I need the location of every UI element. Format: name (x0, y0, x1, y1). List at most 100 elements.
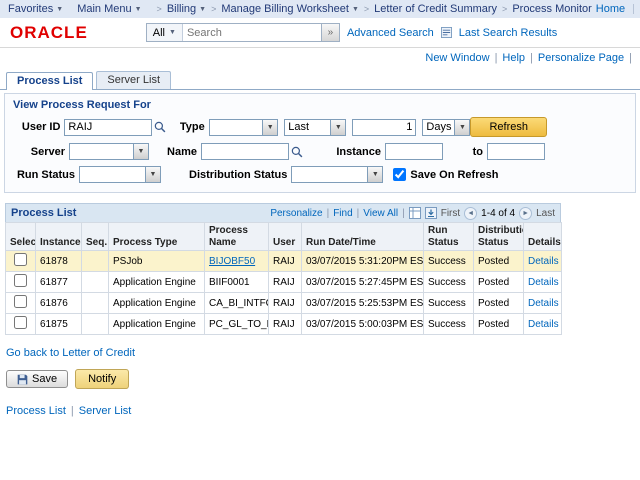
last-number-input[interactable] (352, 119, 416, 136)
first-label[interactable]: First (441, 208, 460, 219)
instance-to-input[interactable] (487, 143, 545, 160)
days-select[interactable]: Days ▼ (422, 119, 470, 136)
chevron-down-icon: ▼ (330, 120, 345, 135)
distribution-status-select[interactable]: ▼ (291, 166, 383, 183)
seq-cell (82, 251, 109, 272)
save-disk-icon (17, 374, 28, 385)
breadcrumb-separator: > (157, 4, 162, 14)
previous-page-icon[interactable]: ◄ (464, 207, 477, 220)
type-select[interactable]: ▼ (209, 119, 278, 136)
notify-button[interactable]: Notify (75, 369, 129, 389)
home-link[interactable]: Home (596, 3, 625, 15)
save-button[interactable]: Save (6, 370, 68, 388)
pagination-range: 1-4 of 4 (481, 208, 515, 219)
search-submit-button[interactable]: » (321, 24, 339, 41)
details-link[interactable]: Details (528, 319, 559, 330)
advanced-search-link[interactable]: Advanced Search (347, 27, 434, 39)
details-link[interactable]: Details (528, 277, 559, 288)
refresh-button[interactable]: Refresh (470, 117, 547, 137)
favorites-menu[interactable]: Favorites ▼ (8, 3, 63, 15)
tab-process-list[interactable]: Process List (6, 72, 93, 90)
divider: | (327, 208, 330, 219)
breadcrumb-process-monitor[interactable]: Process Monitor (512, 3, 591, 15)
distribution-status-label: Distribution Status (189, 169, 287, 181)
breadcrumb-billing[interactable]: Billing ▼ (167, 3, 206, 15)
last-search-results-icon (441, 27, 452, 38)
process-name-cell: CA_BI_INTFC (205, 293, 269, 314)
process-type-cell: Application Engine (109, 272, 205, 293)
view-process-request-section: View Process Request For User ID Type ▼ … (4, 93, 636, 193)
breadcrumb-manage-billing-worksheet[interactable]: Manage Billing Worksheet ▼ (221, 3, 359, 15)
process-name-link[interactable]: BIJOBF50 (209, 256, 255, 267)
distribution-status-cell: Posted (474, 272, 524, 293)
download-to-excel-icon[interactable] (425, 207, 437, 219)
run-datetime-cell: 03/07/2015 5:25:53PM EST (302, 293, 424, 314)
breadcrumb-separator: > (502, 4, 507, 14)
zoom-grid-icon[interactable] (409, 207, 421, 219)
run-status-select[interactable]: ▼ (79, 166, 161, 183)
go-back-link[interactable]: Go back to Letter of Credit (6, 347, 135, 359)
search-input[interactable] (183, 24, 321, 41)
seq-cell (82, 272, 109, 293)
row-select-checkbox[interactable] (14, 274, 27, 287)
user-cell: RAIJ (269, 293, 302, 314)
filter-row-2: Server ▼ Name Instance to (13, 143, 627, 160)
save-on-refresh-label: Save On Refresh (410, 169, 498, 181)
breadcrumb-label: Billing (167, 3, 196, 15)
server-list-bottom-link[interactable]: Server List (79, 405, 132, 417)
user-cell: RAIJ (269, 272, 302, 293)
process-type-cell: PSJob (109, 251, 205, 272)
save-on-refresh-checkbox[interactable] (393, 168, 406, 181)
table-row: 61876 Application Engine CA_BI_INTFC RAI… (6, 293, 562, 314)
action-buttons: Save Notify (6, 369, 640, 389)
last-search-results-link[interactable]: Last Search Results (459, 27, 557, 39)
main-menu[interactable]: Main Menu ▼ (77, 3, 141, 15)
grid-header-bar: Process List Personalize | Find | View A… (5, 203, 561, 222)
breadcrumb-letter-of-credit-summary[interactable]: Letter of Credit Summary (374, 3, 497, 15)
divider: | (629, 52, 632, 64)
instance-cell: 61877 (36, 272, 82, 293)
process-list-bottom-link[interactable]: Process List (6, 405, 66, 417)
days-select-value: Days (423, 120, 454, 135)
table-row: 61875 Application Engine PC_GL_TO_PC RAI… (6, 314, 562, 335)
row-select-checkbox[interactable] (14, 295, 27, 308)
last-select[interactable]: Last ▼ (284, 119, 346, 136)
details-link[interactable]: Details (528, 298, 559, 309)
run-status-cell: Success (424, 314, 474, 335)
instance-label: Instance (321, 146, 381, 158)
process-table: Select Instance Seq. Process Type Proces… (5, 222, 562, 335)
personalize-link[interactable]: Personalize (270, 208, 322, 219)
tab-server-list[interactable]: Server List (96, 71, 171, 89)
name-input[interactable] (201, 143, 289, 160)
grid-toolbar: Personalize | Find | View All | First ◄ … (270, 207, 555, 220)
search-scope-select[interactable]: All ▼ (147, 24, 183, 41)
run-status-cell: Success (424, 272, 474, 293)
details-link[interactable]: Details (528, 256, 559, 267)
personalize-page-link[interactable]: Personalize Page (538, 52, 624, 64)
table-row: 61878 PSJob BIJOBF50 RAIJ 03/07/2015 5:3… (6, 251, 562, 272)
divider: | (71, 405, 74, 417)
row-select-checkbox[interactable] (14, 316, 27, 329)
view-all-link[interactable]: View All (363, 208, 398, 219)
process-type-cell: Application Engine (109, 293, 205, 314)
new-window-link[interactable]: New Window (425, 52, 489, 64)
name-label: Name (149, 146, 197, 158)
breadcrumb-separator: > (211, 4, 216, 14)
row-select-checkbox[interactable] (14, 253, 27, 266)
next-page-icon[interactable]: ► (519, 207, 532, 220)
server-select[interactable]: ▼ (69, 143, 149, 160)
find-link[interactable]: Find (333, 208, 352, 219)
name-lookup-icon[interactable] (291, 146, 303, 158)
col-instance: Instance (36, 223, 82, 251)
user-id-lookup-icon[interactable] (154, 121, 166, 133)
process-name-cell: BIIF0001 (205, 272, 269, 293)
last-label[interactable]: Last (536, 208, 555, 219)
help-link[interactable]: Help (502, 52, 525, 64)
filter-row-3: Run Status ▼ Distribution Status ▼ Save … (13, 166, 627, 183)
process-name-cell: PC_GL_TO_PC (205, 314, 269, 335)
chevron-down-icon: ▼ (56, 6, 63, 13)
user-id-input[interactable] (64, 119, 152, 136)
instance-from-input[interactable] (385, 143, 443, 160)
distribution-status-select-value (292, 167, 367, 182)
chevron-down-icon: ▼ (169, 29, 176, 36)
